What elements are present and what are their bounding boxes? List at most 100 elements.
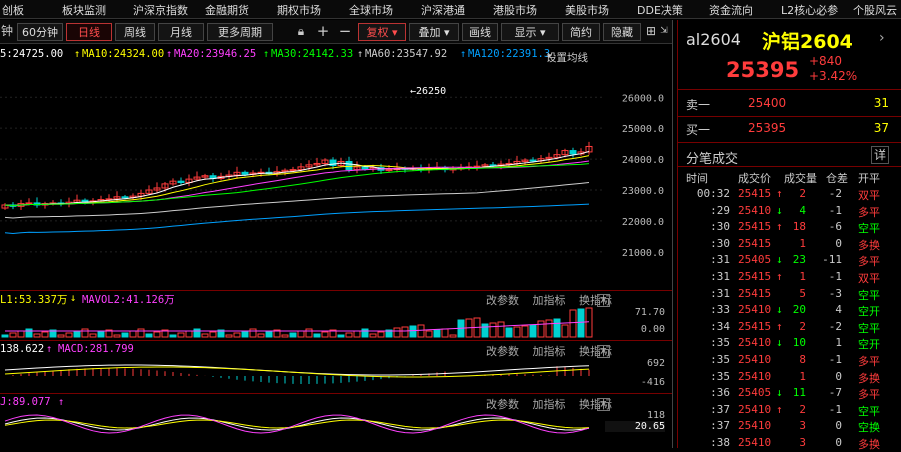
period-minute-tab[interactable]: 钟 [0,23,14,41]
plus-icon[interactable]: + [314,23,332,41]
ma120-value: MA120:22391.3 [468,48,551,60]
next-contract-icon[interactable]: › [879,30,885,46]
menu-item-l2[interactable]: L2核心必参 [781,2,838,18]
price-axis-label: 26000.0 [622,93,664,104]
fuquan-dropdown[interactable]: 复权 ▾ [358,23,406,41]
volume-canvas [1,307,593,338]
kdj-pane: J:89.077 ↑ 改参数 加指标 换指标 × 118 20.65 [0,393,672,448]
tick-time: :33 [710,303,730,317]
tick-price: 25415 [738,286,772,300]
menu-item-index[interactable]: 沪深京指数 [133,2,188,18]
menu-item-futures[interactable]: 金融期货 [205,2,249,18]
menu-item-hk-connect[interactable]: 沪深港通 [421,2,465,18]
tick-volume: 20 [792,303,806,317]
volume-bar [121,332,129,338]
tick-open-close: 空平 [858,321,880,335]
tick-oi-diff: 0 [835,236,842,250]
volume-bar [393,327,401,338]
tick-oi-diff: -6 [828,220,842,234]
divider [678,142,901,143]
tick-open-close: 多换 [858,371,880,385]
lock-icon[interactable]: 🔒︎ [292,23,310,41]
price-axis-label: 24000.0 [622,155,664,166]
top-menu-bar: 创板 板块监测 沪深京指数 金融期货 期权市场 全球市场 沪深港通 港股市场 美… [0,0,901,19]
tick-time: :38 [710,436,730,449]
volume-bar [481,323,489,338]
volume-bar [361,328,369,338]
volume-bar [417,324,425,338]
tick-price: 25415 [738,187,772,200]
volume-bar [297,330,305,338]
volume-bar [73,330,81,338]
ticks-title: 分笔成交 [686,152,739,167]
price-axis-label: 21000.0 [622,248,664,259]
hide-button[interactable]: 隐藏 [603,23,641,41]
volume-bar [17,330,25,338]
tick-price: 25405 [738,386,772,400]
tick-open-close: 空平 [858,404,880,418]
menu-item-us-market[interactable]: 美股市场 [565,2,609,18]
volume-bar [225,334,233,338]
period-monthly-tab[interactable]: 月线 [158,23,204,41]
candle-body [345,160,353,171]
tick-price: 25410 [738,419,772,433]
tick-oi-diff: -2 [828,319,842,333]
volume-bar [257,333,265,338]
simple-mode-button[interactable]: 简约 [562,23,600,41]
kline-chart[interactable]: 26000.0 25000.0 24000.0 23000.0 22000.0 21000… [0,62,672,290]
ask-label: 卖一 [686,98,711,112]
ma30-arrow-icon: ↑ [263,48,270,60]
tick-oi-diff: 1 [835,336,842,350]
minus-icon[interactable]: − [336,23,354,41]
volume-bar [377,331,385,338]
volume-bar [1,334,9,338]
volume-bar [577,308,585,338]
bid-label: 买一 [686,123,711,137]
overlay-dropdown[interactable]: 叠加 ▾ [409,23,459,41]
divider [678,116,901,117]
period-60min-tab[interactable]: 60分钟 [17,23,63,41]
tick-open-close: 多平 [858,255,880,269]
tick-volume: 1 [799,369,806,383]
menu-item-dde[interactable]: DDE决策 [637,2,683,18]
period-weekly-tab[interactable]: 周线 [115,23,155,41]
tick-price: 25410 [738,203,772,217]
header-volume: 成交量 [784,172,817,185]
kdj-canvas [4,414,590,434]
volume-bar [113,334,121,338]
ticks-detail-button[interactable]: 详 [871,146,889,164]
grid-layout-icon[interactable]: ⊞ [644,23,658,41]
ma20-arrow-icon: ↑ [166,48,173,60]
menu-item-chuangban[interactable]: 创板 [2,2,24,18]
menu-item-global[interactable]: 全球市场 [349,2,393,18]
tick-row: :34 25415 ↑ 2 -2 空平 [678,319,901,335]
menu-item-bankuai[interactable]: 板块监测 [62,2,106,18]
price-axis-label: 23000.0 [622,186,664,197]
menu-item-fund-flow[interactable]: 资金流向 [709,2,753,18]
menu-item-options[interactable]: 期权市场 [277,2,321,18]
volume-bar [57,334,65,338]
draw-line-button[interactable]: 画线 [462,23,498,41]
candle-body [121,196,129,199]
tick-time: :36 [710,386,730,400]
more-periods-button[interactable]: 更多周期 [207,23,273,41]
volume-bar [561,324,569,338]
volume-pane: L1:53.337万 ↓ MAVOL2:41.126万 改参数 加指标 换指标 … [0,290,672,340]
mavol-line [5,321,590,332]
volume-bar [337,334,345,338]
volume-bar [177,332,185,338]
display-dropdown[interactable]: 显示 ▾ [501,23,559,41]
menu-item-hk-market[interactable]: 港股市场 [493,2,537,18]
tick-price: 25410 [738,436,772,449]
volume-bar [233,332,241,338]
menu-item-stock-risk[interactable]: 个股风云 [853,2,897,18]
candle-body [529,159,537,162]
volume-bar [265,331,273,338]
expand-icon[interactable]: ⇲ [658,23,670,41]
tick-direction-icon: ↑ [776,319,783,333]
candle-body [289,169,297,172]
tick-volume: 23 [792,253,806,267]
tick-price: 25405 [738,253,772,267]
tick-volume: 10 [792,336,806,350]
period-daily-tab[interactable]: 日线 [66,23,112,41]
